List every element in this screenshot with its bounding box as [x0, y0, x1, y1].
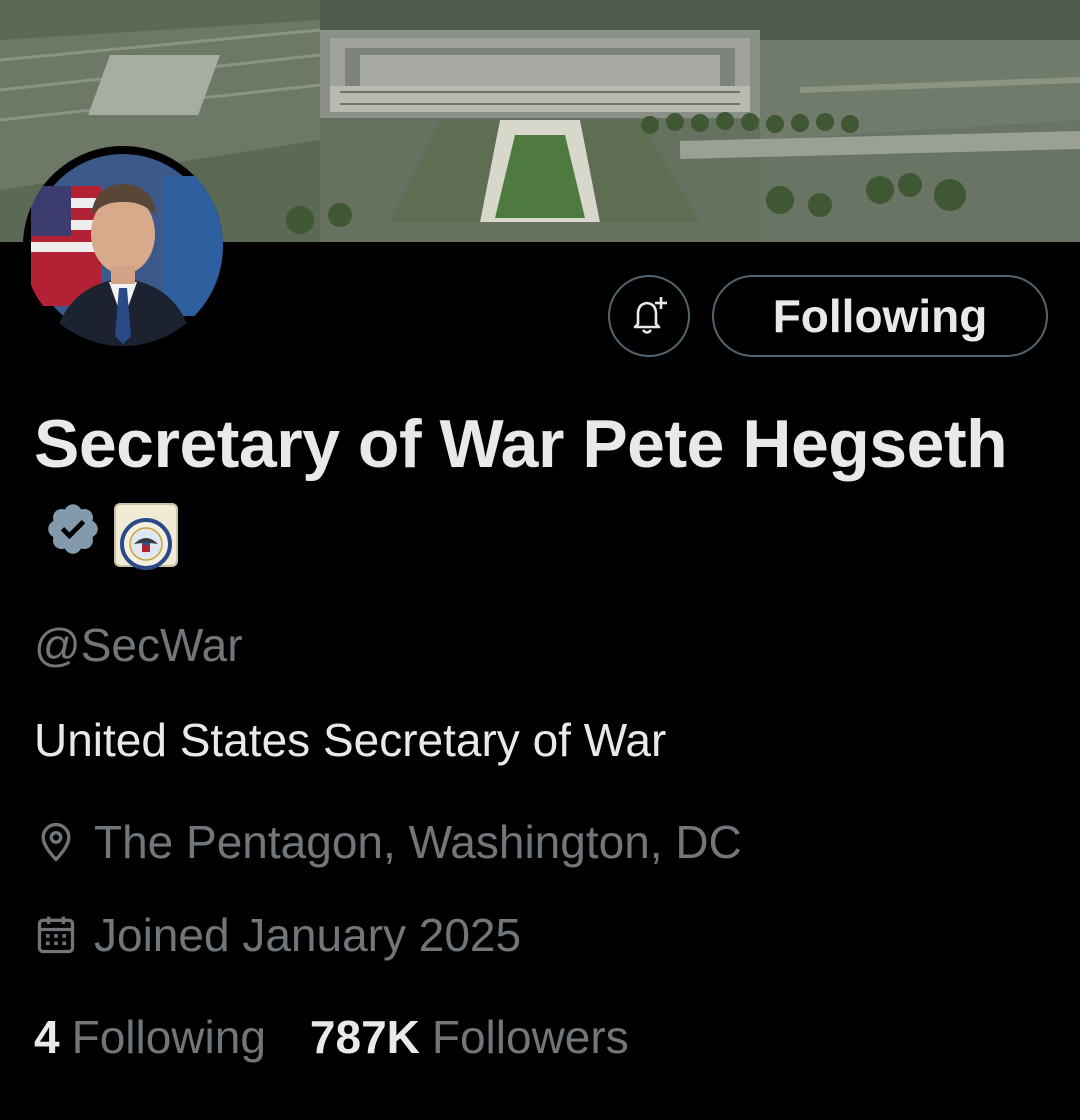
profile-location: The Pentagon, Washington, DC: [34, 815, 742, 869]
display-name: Secretary of War Pete Hegseth: [34, 406, 1008, 482]
following-button-label: Following: [772, 290, 988, 342]
department-seal-icon[interactable]: [114, 503, 178, 571]
joined-text: Joined January 2025: [94, 909, 522, 961]
location-pin-icon: [34, 820, 78, 864]
location-text: The Pentagon, Washington, DC: [94, 816, 742, 868]
profile-handle: @SecWar: [34, 619, 243, 671]
calendar-icon: [34, 913, 78, 957]
followers-label: Followers: [431, 1011, 629, 1063]
following-button[interactable]: Following: [712, 275, 1048, 357]
following-count-link[interactable]: 4 Following: [34, 1010, 266, 1064]
followers-count: 787K: [309, 1011, 420, 1063]
following-count: 4: [34, 1011, 60, 1063]
bell-plus-icon: [633, 297, 667, 334]
profile-joined-date: Joined January 2025: [34, 908, 521, 962]
profile-stats: 4 Following 787K Followers: [34, 1010, 629, 1064]
avatar-photo: [23, 146, 223, 346]
profile-avatar[interactable]: [23, 146, 223, 346]
verified-badge-icon[interactable]: [44, 489, 102, 581]
following-label: Following: [71, 1011, 266, 1063]
display-name-block: Secretary of War Pete Hegseth: [34, 398, 1034, 587]
notifications-toggle-button[interactable]: [608, 275, 690, 357]
profile-bio: United States Secretary of War: [34, 714, 667, 766]
followers-count-link[interactable]: 787K Followers: [310, 1010, 629, 1064]
